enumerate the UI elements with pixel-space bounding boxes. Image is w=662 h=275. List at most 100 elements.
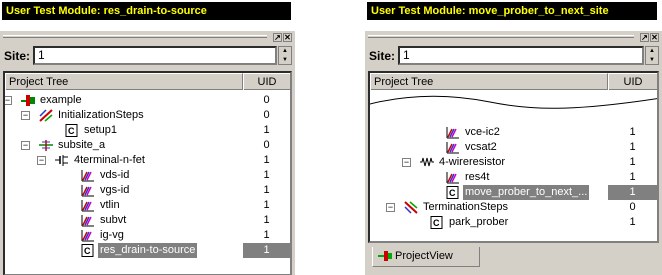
tree-row[interactable]: vce-ic2 1 — [370, 125, 657, 140]
tree-row[interactable]: vtlin 1 — [5, 198, 290, 213]
dock-grip[interactable] — [368, 35, 634, 38]
tree-row[interactable]: − TerminationSteps 0 — [370, 200, 657, 215]
subsite-icon — [39, 139, 53, 152]
tree-header: Project Tree UID — [5, 73, 290, 90]
right-panel: User Test Module: move_prober_to_next_si… — [365, 0, 662, 275]
curve-test-icon — [81, 184, 95, 197]
col-project-tree[interactable]: Project Tree — [370, 73, 608, 90]
site-input[interactable]: 1 — [33, 46, 277, 65]
col-uid[interactable]: UID — [608, 73, 657, 90]
spin-up-icon[interactable]: ▲ — [282, 48, 288, 54]
site-label: Site: — [4, 49, 31, 63]
col-project-tree[interactable]: Project Tree — [5, 73, 243, 90]
tree-row-label[interactable]: vcsat2 — [463, 140, 499, 155]
restore-icon[interactable]: ↗ — [640, 33, 649, 42]
tree-row-label[interactable]: setup1 — [82, 123, 119, 138]
site-spinner[interactable]: ▲ ▼ — [645, 46, 659, 65]
tree-row-label[interactable]: res4t — [463, 170, 491, 185]
collapse-icon[interactable]: − — [402, 158, 411, 167]
tree-row[interactable]: − 4terminal-n-fet 1 — [5, 153, 290, 168]
tree-row-label[interactable]: subsite_a — [56, 138, 107, 153]
tree-row-label[interactable]: park_prober — [447, 215, 510, 230]
tree-row-uid: 1 — [243, 243, 290, 258]
curve-test-icon — [446, 141, 460, 154]
tree-row-label[interactable]: TerminationSteps — [421, 200, 510, 215]
spin-up-icon[interactable]: ▲ — [649, 48, 655, 54]
tree-row-uid: 1 — [629, 171, 636, 183]
tree-row-label[interactable]: 4-wireresistor — [437, 155, 507, 170]
tree-row-uid: 1 — [629, 141, 636, 153]
col-uid[interactable]: UID — [243, 73, 290, 90]
tree-row[interactable]: Cpark_prober 1 — [370, 215, 657, 230]
tree-row-label[interactable]: InitializationSteps — [56, 108, 146, 123]
tree-row[interactable]: Cmove_prober_to_next_... 1 — [370, 185, 657, 200]
spin-down-icon[interactable]: ▼ — [282, 57, 288, 63]
module-title-bar: User Test Module: res_drain-to-source — [2, 2, 291, 20]
tree-row-label[interactable]: subvt — [98, 213, 128, 228]
tree-row[interactable]: − subsite_a 0 — [5, 138, 290, 153]
collapse-icon[interactable]: − — [21, 111, 30, 120]
code-module-icon: C — [81, 244, 95, 257]
tree-row-label[interactable]: 4terminal-n-fet — [72, 153, 147, 168]
project-view-icon — [378, 250, 392, 268]
site-label: Site: — [369, 49, 396, 63]
tree-row-uid: 1 — [629, 216, 636, 228]
tree-row[interactable]: Csetup1 1 — [5, 123, 290, 138]
restore-icon[interactable]: ↗ — [273, 33, 282, 42]
code-module-icon: C — [446, 186, 460, 199]
tree-row-label[interactable]: ig-vg — [98, 228, 126, 243]
site-input[interactable]: 1 — [398, 46, 644, 65]
tree-row[interactable]: ig-vg 1 — [5, 228, 290, 243]
site-spinner[interactable]: ▲ ▼ — [278, 46, 292, 65]
tree-row-label[interactable]: example — [38, 93, 84, 108]
tree-row[interactable]: subvt 1 — [5, 213, 290, 228]
code-module-icon: C — [65, 124, 79, 137]
curve-test-icon — [81, 169, 95, 182]
collapse-icon[interactable]: − — [5, 96, 12, 105]
close-icon[interactable]: ✕ — [283, 33, 292, 42]
tree-row[interactable]: vds-id 1 — [5, 168, 290, 183]
tree-row-uid: 0 — [629, 201, 636, 213]
tree-row-label[interactable]: vgs-id — [98, 183, 131, 198]
tree-row[interactable]: − InitializationSteps 0 — [5, 108, 290, 123]
project-dock: ↗ ✕ Site: 1 ▲ ▼ Project Tree UID vce-ic2… — [365, 30, 662, 275]
dock-controls: ↗ ✕ — [640, 33, 659, 42]
tree-row-uid: 1 — [263, 229, 270, 241]
tab-label: ProjectView — [395, 250, 453, 262]
tree-row-label[interactable]: vtlin — [98, 198, 122, 213]
tree-row[interactable]: vgs-id 1 — [5, 183, 290, 198]
project-dock: ↗ ✕ Site: 1 ▲ ▼ Project Tree UID − exampl… — [0, 30, 295, 275]
tree-row-uid: 1 — [263, 184, 270, 196]
tree-row-label[interactable]: move_prober_to_next_... — [463, 185, 590, 200]
dock-controls: ↗ ✕ — [273, 33, 292, 42]
tree-row[interactable]: vcsat2 1 — [370, 140, 657, 155]
project-icon — [21, 94, 35, 107]
spin-down-icon[interactable]: ▼ — [649, 57, 655, 63]
dock-grip[interactable] — [3, 35, 267, 38]
collapse-icon[interactable]: − — [386, 203, 395, 212]
tree-row-label[interactable]: res_drain-to-source — [98, 243, 198, 258]
tree-row[interactable]: − 4-wireresistor 1 — [370, 155, 657, 170]
resistor-device-icon — [420, 156, 434, 169]
close-icon[interactable]: ✕ — [650, 33, 659, 42]
tree-row[interactable]: Cres_drain-to-source 1 — [5, 243, 290, 258]
tree-row[interactable]: − example 0 — [5, 93, 290, 108]
collapse-icon[interactable]: − — [21, 141, 30, 150]
tree-row[interactable]: res4t 1 — [370, 170, 657, 185]
tree-row-label[interactable]: vce-ic2 — [463, 125, 502, 140]
initialization-steps-icon — [39, 109, 53, 122]
collapse-icon[interactable]: − — [37, 156, 46, 165]
curve-test-icon — [446, 126, 460, 139]
tree-row-label[interactable]: vds-id — [98, 168, 131, 183]
tree-row-uid: 1 — [629, 126, 636, 138]
tab-projectview[interactable]: ProjectView — [372, 247, 480, 267]
svg-text:C: C — [449, 188, 456, 198]
left-panel: User Test Module: res_drain-to-source ↗ … — [0, 0, 295, 275]
tree-header: Project Tree UID — [370, 73, 657, 90]
tree-row-uid: 0 — [263, 109, 270, 121]
tree-row-uid: 1 — [263, 169, 270, 181]
fet-device-icon — [55, 154, 69, 167]
tree-row-uid: 1 — [263, 154, 270, 166]
curve-test-icon — [81, 229, 95, 242]
project-tree: Project Tree UID vce-ic2 1 vcsat2 1 − 4-wirer… — [368, 71, 659, 243]
